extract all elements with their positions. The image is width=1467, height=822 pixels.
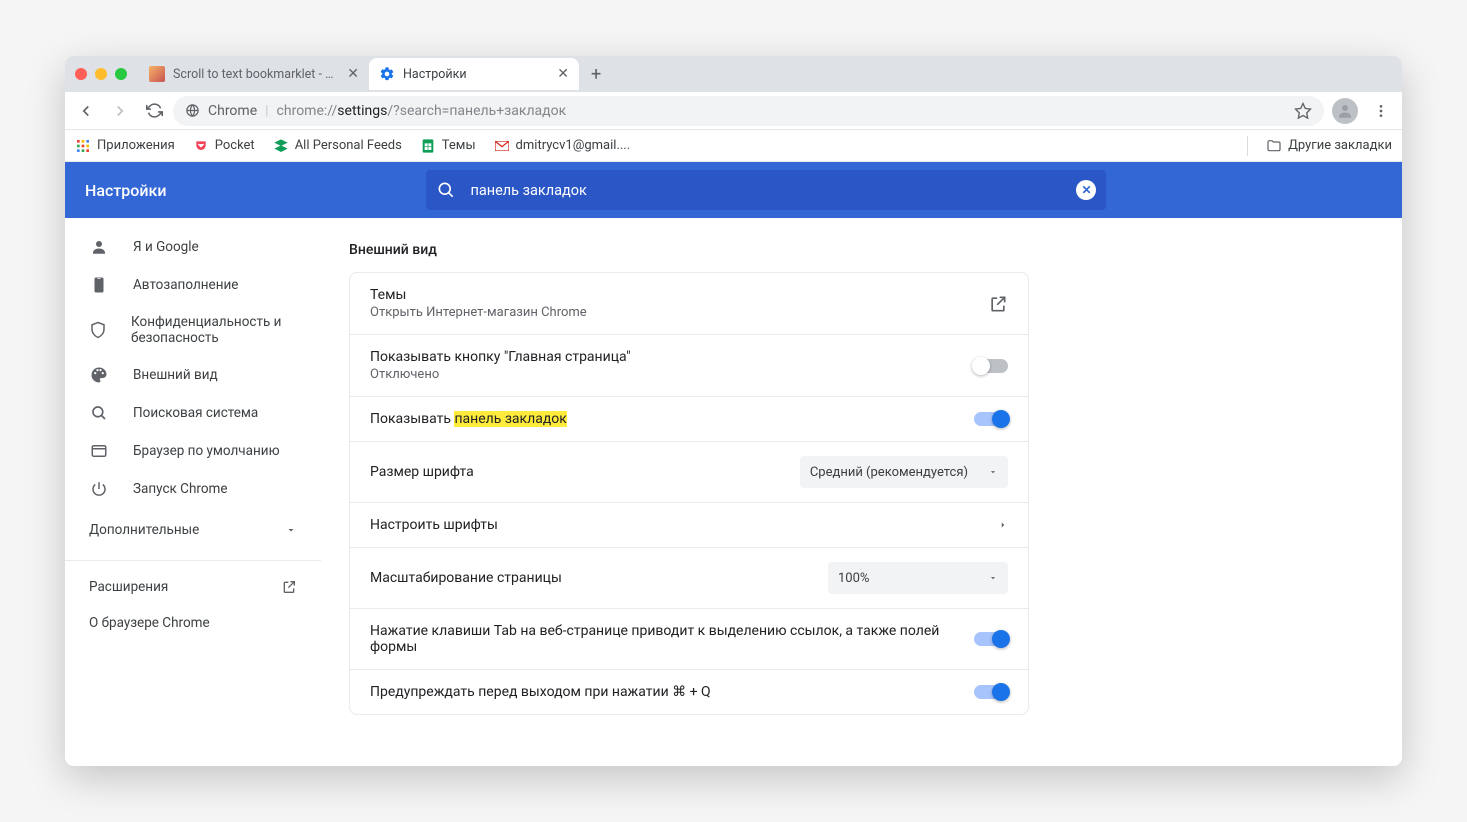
row-font-size: Размер шрифта Средний (рекомендуется) [350, 442, 1028, 503]
close-tab-icon[interactable]: ✕ [347, 66, 359, 82]
settings-header: Настройки ✕ [65, 162, 1402, 218]
sidebar-item-default-browser[interactable]: Браузер по умолчанию [65, 432, 321, 470]
address-bar[interactable]: Chrome | chrome://settings/?search=панел… [173, 96, 1324, 126]
tab-1[interactable]: Scroll to text bookmarklet - Me ✕ [139, 58, 369, 90]
row-show-bookmarks-bar: Показывать панель закладок [350, 397, 1028, 442]
apps-shortcut[interactable]: Приложения [75, 138, 175, 154]
chevron-right-icon [998, 520, 1008, 530]
close-tab-icon[interactable]: ✕ [557, 66, 569, 82]
bookmark-gmail[interactable]: dmitrycv1@gmail.... [494, 138, 631, 154]
bookmarks-bar: Приложения Pocket All Personal Feeds Тем… [65, 130, 1402, 162]
profile-avatar[interactable] [1332, 98, 1358, 124]
sidebar-about[interactable]: О браузере Chrome [65, 605, 321, 641]
sidebar-item-you-and-google[interactable]: Я и Google [65, 228, 321, 266]
settings-icon [379, 66, 395, 82]
chevron-down-icon [285, 524, 297, 536]
chevron-down-icon [988, 573, 998, 583]
sidebar-item-appearance[interactable]: Внешний вид [65, 356, 321, 394]
apps-icon [75, 138, 91, 154]
feed-icon [273, 138, 289, 154]
tab-strip: Scroll to text bookmarklet - Me ✕ Настро… [65, 56, 1402, 92]
sheets-icon [420, 138, 436, 154]
row-home-button: Показывать кнопку "Главная страница" Отк… [350, 335, 1028, 397]
back-button[interactable] [71, 96, 101, 126]
font-size-select[interactable]: Средний (рекомендуется) [800, 456, 1008, 488]
favicon-1 [149, 66, 165, 82]
show-bookmarks-label: Показывать панель закладок [370, 411, 974, 427]
clipboard-icon [89, 276, 109, 294]
sidebar-extensions[interactable]: Расширения [65, 569, 321, 605]
settings-main: Внешний вид Темы Открыть Интернет-магази… [321, 218, 1402, 766]
row-tab-highlights: Нажатие клавиши Tab на веб-странице прив… [350, 609, 1028, 670]
settings-search[interactable]: ✕ [426, 170, 1106, 210]
shield-icon [89, 321, 107, 339]
row-warn-quit: Предупреждать перед выходом при нажатии … [350, 670, 1028, 714]
search-icon [436, 180, 456, 200]
appearance-card: Темы Открыть Интернет-магазин Chrome Пок… [349, 272, 1029, 715]
site-info-icon [185, 103, 200, 118]
other-bookmarks[interactable]: Другие закладки [1266, 138, 1392, 154]
sidebar-item-on-startup[interactable]: Запуск Chrome [65, 470, 321, 508]
folder-icon [1266, 138, 1282, 154]
toggle-home-button[interactable] [974, 359, 1008, 373]
omnibox-host: Chrome [208, 103, 257, 119]
bookmark-pocket[interactable]: Pocket [193, 138, 255, 154]
settings-page: Настройки ✕ Я и Google Автозаполнение Ко… [65, 162, 1402, 766]
chevron-down-icon [988, 467, 998, 477]
traffic-lights [75, 68, 127, 80]
sidebar-item-privacy[interactable]: Конфиденциальность и безопасность [65, 304, 321, 356]
bookmark-feeds[interactable]: All Personal Feeds [273, 138, 402, 154]
settings-sidebar: Я и Google Автозаполнение Конфиденциальн… [65, 218, 321, 766]
toggle-bookmarks-bar[interactable] [974, 412, 1008, 426]
person-icon [89, 238, 109, 256]
bookmark-themes[interactable]: Темы [420, 138, 476, 154]
tab-2[interactable]: Настройки ✕ [369, 58, 579, 90]
omnibox-url: chrome://settings/?search=панель+закладо… [277, 103, 567, 119]
pocket-icon [193, 138, 209, 154]
menu-button[interactable] [1366, 96, 1396, 126]
row-themes[interactable]: Темы Открыть Интернет-магазин Chrome [350, 273, 1028, 335]
toggle-warn-quit[interactable] [974, 685, 1008, 699]
sidebar-item-search-engine[interactable]: Поисковая система [65, 394, 321, 432]
gmail-icon [494, 138, 510, 154]
window-minimize[interactable] [95, 68, 107, 80]
browser-window: Scroll to text bookmarklet - Me ✕ Настро… [65, 56, 1402, 766]
page-zoom-select[interactable]: 100% [828, 562, 1008, 594]
external-link-icon [988, 294, 1008, 314]
search-icon [89, 404, 109, 422]
row-page-zoom: Масштабирование страницы 100% [350, 548, 1028, 609]
forward-button[interactable] [105, 96, 135, 126]
toggle-tab-highlights[interactable] [974, 632, 1008, 646]
palette-icon [89, 366, 109, 384]
window-close[interactable] [75, 68, 87, 80]
sidebar-item-autofill[interactable]: Автозаполнение [65, 266, 321, 304]
page-title: Настройки [85, 181, 166, 200]
section-title: Внешний вид [349, 242, 1029, 258]
sidebar-additional[interactable]: Дополнительные [65, 508, 321, 552]
row-customize-fonts[interactable]: Настроить шрифты [350, 503, 1028, 548]
bookmark-star-icon[interactable] [1294, 102, 1312, 120]
tab-title-2: Настройки [403, 67, 549, 82]
new-tab-button[interactable]: + [579, 64, 613, 85]
reload-button[interactable] [139, 96, 169, 126]
clear-search-icon[interactable]: ✕ [1076, 180, 1096, 200]
window-maximize[interactable] [115, 68, 127, 80]
search-input[interactable] [470, 182, 1062, 199]
external-link-icon [281, 579, 297, 595]
browser-toolbar: Chrome | chrome://settings/?search=панел… [65, 92, 1402, 130]
power-icon [89, 480, 109, 498]
tab-title-1: Scroll to text bookmarklet - Me [173, 67, 339, 82]
settings-body: Я и Google Автозаполнение Конфиденциальн… [65, 218, 1402, 766]
browser-icon [89, 442, 109, 460]
